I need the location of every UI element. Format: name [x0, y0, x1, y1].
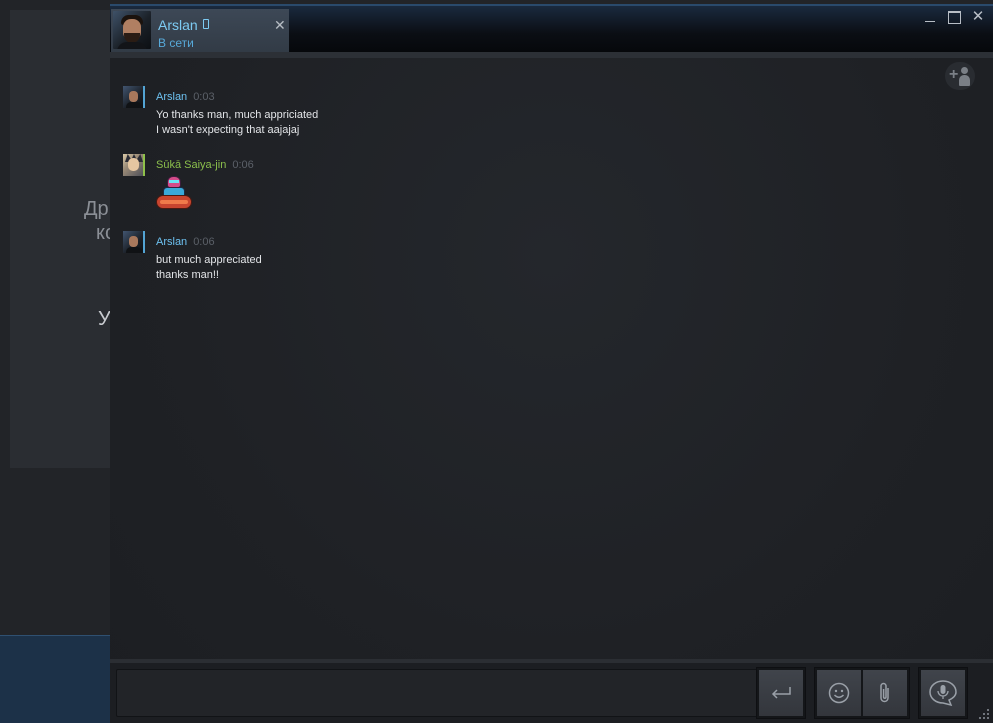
avatar[interactable]: [123, 86, 145, 108]
tab-friend-status: В сети: [158, 36, 194, 50]
attach-icon: [880, 682, 889, 703]
voice-icon: [929, 680, 957, 706]
send-icon: [771, 687, 791, 699]
maximize-button[interactable]: [947, 10, 961, 24]
message-body: Yo thanks man, much appriciated I wasn't…: [156, 108, 318, 138]
add-friend-to-chat-button[interactable]: +: [945, 62, 975, 90]
emoticon-icon: [828, 682, 850, 704]
attachment-button-group: [814, 667, 910, 719]
avatar: [113, 11, 151, 49]
chat-tab-arslan[interactable]: Arslan В сети ✕: [111, 9, 289, 54]
sender-name[interactable]: Arslan: [156, 91, 187, 103]
background-text: У: [98, 308, 111, 330]
window-controls: ✕: [923, 9, 985, 24]
close-window-button[interactable]: ✕: [971, 9, 985, 24]
message-line: I wasn't expecting that aajajaj: [156, 124, 300, 136]
message-header: Sūkā Saiya-jin 0:06: [156, 159, 254, 171]
chat-input-bar: [110, 659, 993, 723]
message-line: thanks man!!: [156, 269, 219, 281]
tab-friend-name: Arslan: [158, 17, 198, 33]
message-line: but much appreciated: [156, 254, 262, 266]
sender-name[interactable]: Sūkā Saiya-jin: [156, 159, 226, 171]
message-line: Yo thanks man, much appriciated: [156, 109, 319, 121]
voice-chat-button[interactable]: [921, 670, 965, 716]
minimize-button[interactable]: [923, 10, 937, 24]
titlebar-divider: [110, 52, 993, 58]
background-text: Др: [84, 198, 109, 220]
send-button[interactable]: [759, 670, 803, 716]
message-timestamp: 0:06: [193, 236, 215, 248]
message-input[interactable]: [116, 669, 806, 717]
voice-button-group: [918, 667, 968, 719]
message-timestamp: 0:03: [193, 91, 215, 103]
message-header: Arslan 0:06: [156, 236, 215, 248]
avatar[interactable]: [123, 154, 145, 176]
sender-name[interactable]: Arslan: [156, 236, 187, 248]
tab-close-icon[interactable]: ✕: [274, 17, 286, 34]
message-body: but much appreciated thanks man!!: [156, 253, 262, 283]
message-header: Arslan 0:03: [156, 91, 215, 103]
add-friend-icon: +: [949, 66, 959, 83]
background-bottom-bar: [0, 635, 120, 723]
avatar[interactable]: [123, 231, 145, 253]
chat-titlebar[interactable]: Arslan В сети ✕ ✕: [110, 4, 993, 54]
message-timestamp: 0:06: [232, 159, 254, 171]
send-button-group: [756, 667, 806, 719]
chat-window: Arslan В сети ✕ ✕ + Arslan 0:03 Yo thanks…: [110, 4, 993, 723]
sticker-image: [156, 176, 196, 214]
attach-file-button[interactable]: [863, 670, 907, 716]
resize-grip[interactable]: [979, 709, 991, 721]
mobile-icon: [203, 19, 209, 29]
emoticon-button[interactable]: [817, 670, 861, 716]
